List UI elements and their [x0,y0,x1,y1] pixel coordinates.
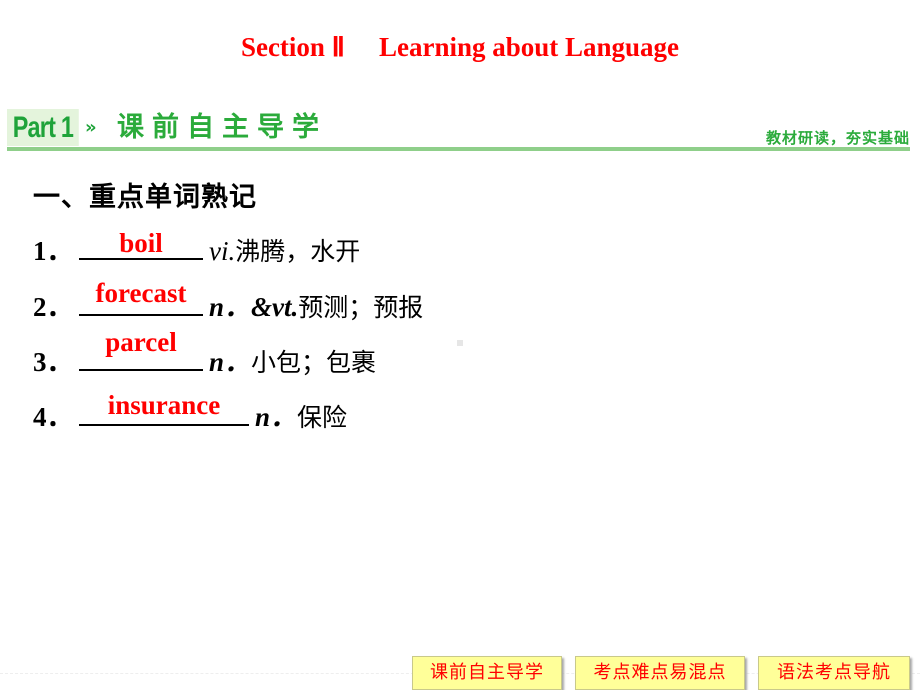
section-heading: 一、重点单词熟记 [33,182,257,213]
meaning: 保险 [297,403,348,432]
nav-button-key-points[interactable]: 考点难点易混点 [575,656,745,690]
answer-text: forecast [95,278,187,308]
answer-text: parcel [105,327,177,357]
answer-blank: parcel [79,327,203,371]
nav-button-grammar[interactable]: 语法考点导航 [758,656,910,690]
part-header: Part 1 » 课前自主导学 教材研读，夯实基础 [7,107,910,153]
vocab-item: 2． forecast n．&vt.预测；预报 [33,278,424,324]
slide-title: Section Ⅱ Learning about Language [0,32,920,63]
vocab-item: 1． boil vi.沸腾，水开 [33,228,360,268]
meaning: 小包；包裹 [251,348,377,377]
item-number: 4． [33,402,74,432]
answer-blank: insurance [79,390,249,426]
part-subheading: 教材研读，夯实基础 [765,129,910,147]
part-of-speech: vi. [209,236,236,266]
nav-button-pre-class[interactable]: 课前自主导学 [412,656,562,690]
section-label: Section Ⅱ [240,32,345,62]
item-number: 2． [33,292,74,322]
meaning: 预测；预报 [298,293,424,322]
answer-text: insurance [107,390,221,420]
topic-label: Learning about Language [378,32,680,62]
vocab-item: 4． insurance n．保险 [33,390,348,434]
vocab-item: 3． parcel n．小包；包裹 [33,327,377,379]
answer-text: boil [119,228,163,258]
item-number: 1． [33,236,74,266]
double-chevron-icon: » [85,117,97,138]
part-heading: 课前自主导学 [117,112,327,143]
answer-blank: forecast [79,278,203,316]
part-of-speech: n． [209,347,252,377]
part-of-speech: n．&vt. [209,292,299,322]
item-number: 3． [33,347,74,377]
placeholder-marker [457,340,463,346]
meaning: 沸腾，水开 [235,237,361,266]
divider [7,147,910,151]
part-badge: Part 1 [7,109,79,146]
part-of-speech: n． [255,402,298,432]
answer-blank: boil [79,228,203,260]
